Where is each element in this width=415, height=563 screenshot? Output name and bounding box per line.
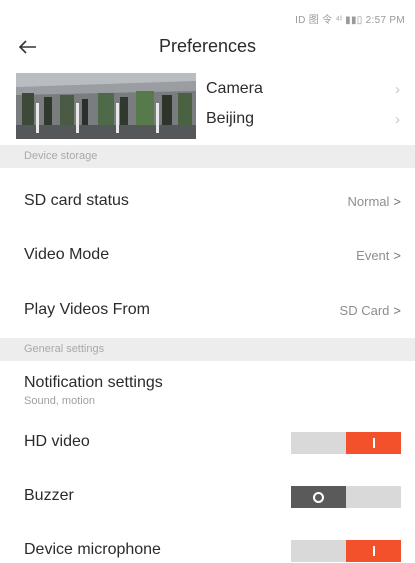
section-title: Device storage bbox=[24, 150, 98, 162]
page-title: Preferences bbox=[158, 36, 257, 56]
row-label: Play Videos From bbox=[24, 301, 150, 318]
device-row: Camera › Beijing › bbox=[0, 67, 415, 143]
arrow-right-icon: > bbox=[393, 194, 401, 209]
device-location-item[interactable]: Beijing › bbox=[206, 104, 406, 134]
row-label: Device microphone bbox=[24, 541, 161, 558]
chevron-right-icon: › bbox=[395, 80, 400, 98]
section-title: General settings bbox=[24, 343, 105, 355]
play-videos-from-row[interactable]: Play Videos From SD Card > bbox=[0, 285, 415, 335]
device-location-label: Beijing bbox=[206, 110, 255, 127]
section-header-general: General settings bbox=[0, 338, 415, 361]
arrow-right-icon: > bbox=[393, 248, 401, 263]
chevron-right-icon: › bbox=[395, 110, 400, 128]
status-bar-text: ID 图 令 ⁴ᴵ ▮▮▯ 2:57 PM bbox=[295, 15, 405, 26]
video-mode-row[interactable]: Video Mode Event > bbox=[0, 230, 415, 280]
row-label: HD video bbox=[24, 433, 90, 450]
device-microphone-row: Device microphone bbox=[0, 532, 415, 563]
hd-video-toggle[interactable] bbox=[291, 432, 401, 454]
toggle-on-indicator bbox=[372, 546, 375, 556]
buzzer-row: Buzzer bbox=[0, 478, 415, 516]
row-label: Notification settings bbox=[24, 374, 163, 391]
toggle-off-indicator bbox=[313, 491, 324, 503]
hd-video-row: HD video bbox=[0, 424, 415, 462]
row-label: Video Mode bbox=[24, 246, 110, 263]
section-header-storage: Device storage bbox=[0, 145, 415, 168]
device-microphone-toggle[interactable] bbox=[291, 540, 401, 562]
device-name-label: Camera bbox=[206, 80, 263, 97]
device-name-item[interactable]: Camera › bbox=[206, 74, 406, 104]
header: Preferences bbox=[0, 30, 415, 66]
row-value: Event > bbox=[356, 248, 401, 263]
buzzer-toggle[interactable] bbox=[291, 486, 401, 508]
row-sublabel: Sound, motion bbox=[24, 395, 95, 407]
toggle-on-indicator bbox=[372, 438, 375, 448]
row-value: Normal > bbox=[347, 194, 402, 209]
status-bar: ID 图 令 ⁴ᴵ ▮▮▯ 2:57 PM bbox=[0, 0, 415, 30]
arrow-right-icon: > bbox=[393, 303, 401, 318]
row-label: SD card status bbox=[24, 192, 129, 209]
row-value: SD Card > bbox=[339, 303, 401, 318]
sd-card-status-row[interactable]: SD card status Normal > bbox=[0, 176, 415, 226]
camera-thumbnail[interactable] bbox=[16, 73, 196, 139]
row-label: Buzzer bbox=[24, 487, 74, 504]
notification-settings-row[interactable]: Notification settings Sound, motion bbox=[0, 368, 415, 418]
